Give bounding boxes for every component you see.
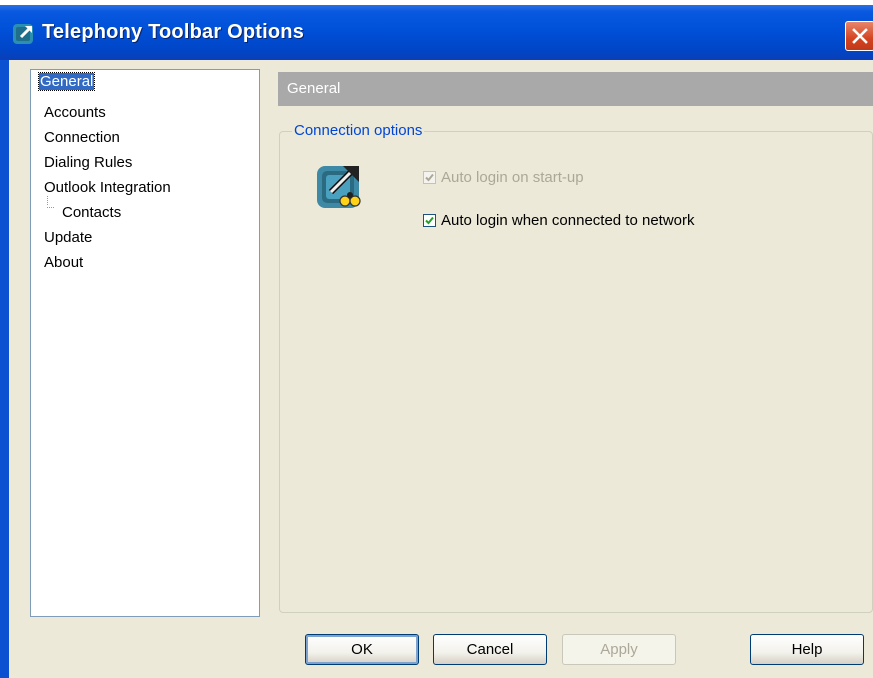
tree-connector <box>47 196 48 205</box>
help-button[interactable]: Help <box>750 634 864 665</box>
connection-options-group <box>279 131 873 613</box>
auto-login-startup-checkbox[interactable] <box>423 171 436 184</box>
tree-item-about[interactable]: About <box>44 253 83 273</box>
telephony-app-icon <box>13 24 33 44</box>
auto-login-startup-label: Auto login on start-up <box>441 169 584 186</box>
checkmark-icon <box>425 216 434 225</box>
tree-item-label: General <box>37 72 96 91</box>
ok-button[interactable]: OK <box>305 634 419 665</box>
group-title: Connection options <box>292 121 425 141</box>
title-bar[interactable]: Telephony Toolbar Options <box>0 5 873 60</box>
options-dialog: Telephony Toolbar Options General Accoun… <box>0 5 873 678</box>
close-icon <box>852 28 868 44</box>
auto-login-network-label: Auto login when connected to network <box>441 212 695 229</box>
tree-item-label: Accounts <box>44 104 106 121</box>
auto-login-icon <box>317 166 361 208</box>
tree-connector <box>47 207 54 208</box>
tree-item-dialing-rules[interactable]: Dialing Rules <box>44 153 132 173</box>
options-tree[interactable]: General Accounts Connection Dialing Rule… <box>30 69 260 617</box>
tree-item-contacts[interactable]: Contacts <box>62 203 121 223</box>
close-button[interactable] <box>845 21 873 51</box>
tree-item-label: Dialing Rules <box>44 154 133 171</box>
tree-item-update[interactable]: Update <box>44 228 92 248</box>
tree-item-label: Outlook Integration <box>44 179 171 196</box>
page-header: General <box>278 72 873 106</box>
tree-item-accounts[interactable]: Accounts <box>44 103 106 123</box>
tree-item-label: Contacts <box>62 204 122 221</box>
cancel-button[interactable]: Cancel <box>433 634 547 665</box>
tree-item-connection[interactable]: Connection <box>44 128 120 148</box>
tree-item-outlook-integration[interactable]: Outlook Integration <box>44 178 171 198</box>
checkmark-icon <box>425 173 434 182</box>
tree-item-label: Update <box>44 229 93 246</box>
tree-item-label: About <box>44 254 84 271</box>
apply-button[interactable]: Apply <box>562 634 676 665</box>
auto-login-network-checkbox[interactable] <box>423 214 436 227</box>
window-title: Telephony Toolbar Options <box>42 21 305 43</box>
tree-item-general[interactable]: General <box>37 72 96 92</box>
tree-item-label: Connection <box>44 129 120 146</box>
window-frame <box>0 60 9 678</box>
